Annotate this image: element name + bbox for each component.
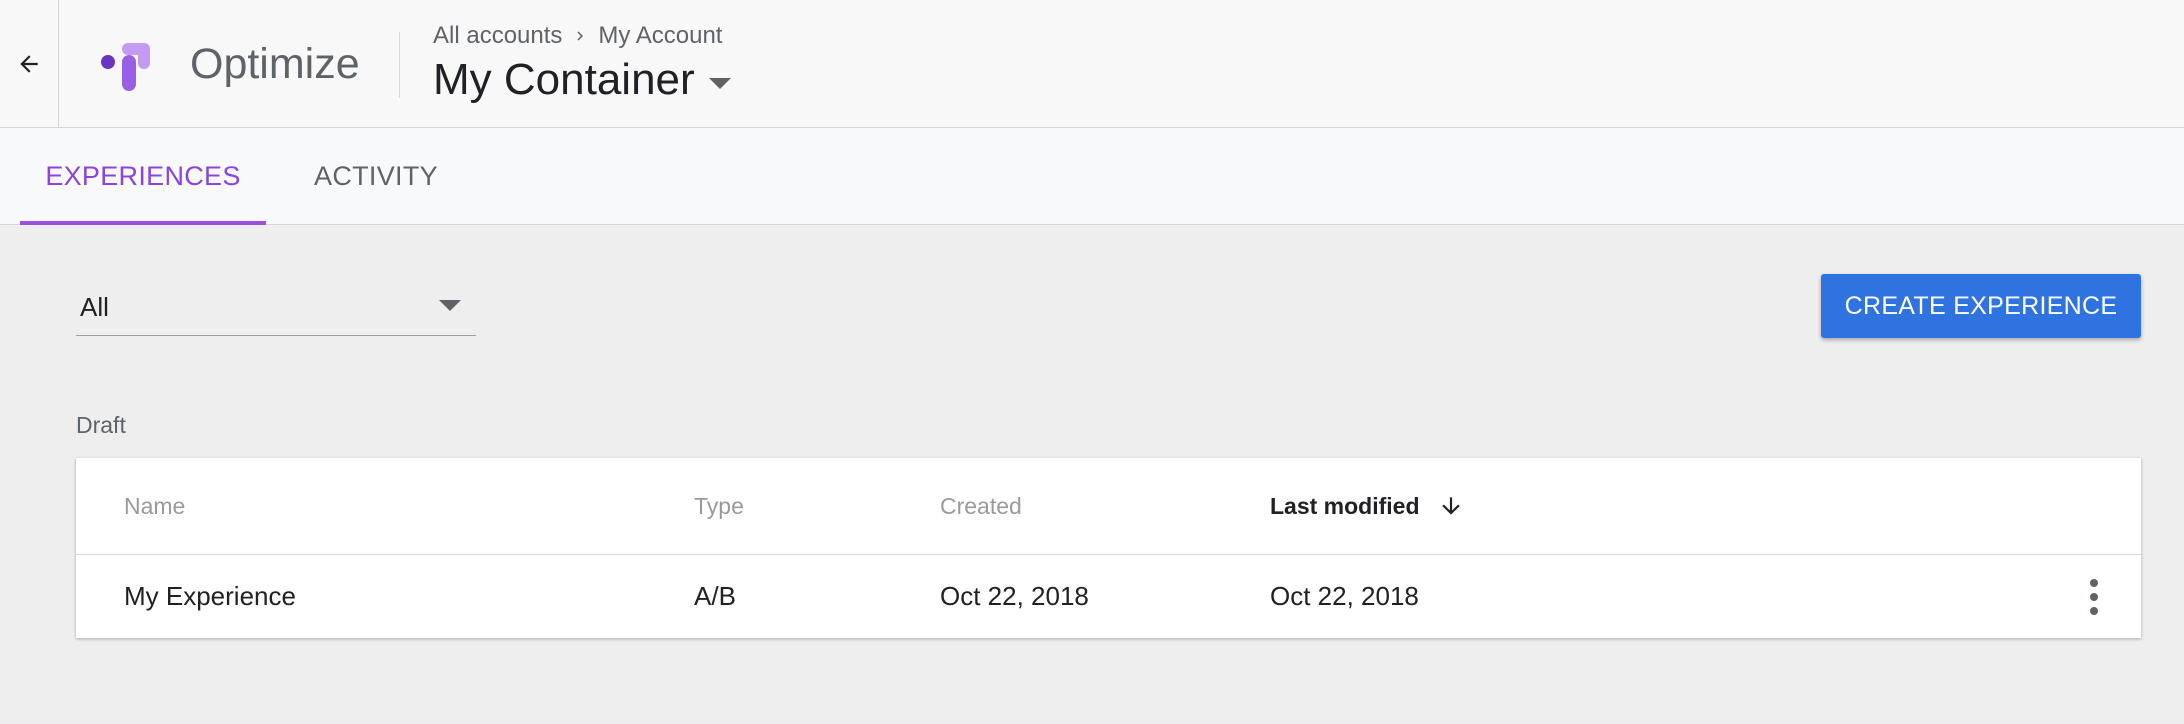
more-vert-icon[interactable] bbox=[2087, 579, 2101, 615]
table-header-row: Name Type Created Last modified bbox=[76, 458, 2141, 555]
filter-value: All bbox=[80, 292, 109, 322]
row-last-modified: Oct 22, 2018 bbox=[1270, 581, 1419, 611]
breadcrumb-all-accounts[interactable]: All accounts bbox=[433, 20, 562, 52]
tab-bar: EXPERIENCES ACTIVITY bbox=[0, 128, 2184, 225]
arrow-down-icon bbox=[1438, 493, 1464, 519]
dropdown-caret-icon bbox=[708, 77, 731, 89]
row-created: Oct 22, 2018 bbox=[940, 581, 1089, 611]
product-name: Optimize bbox=[190, 40, 360, 88]
column-header-name[interactable]: Name bbox=[124, 458, 185, 554]
column-header-type[interactable]: Type bbox=[694, 458, 744, 554]
tab-experiences[interactable]: EXPERIENCES bbox=[20, 128, 266, 225]
header-divider bbox=[399, 32, 400, 98]
column-header-created[interactable]: Created bbox=[940, 458, 1022, 554]
app-header: Optimize All accounts My Account My Cont… bbox=[0, 0, 2184, 128]
row-type: A/B bbox=[694, 581, 736, 611]
column-header-last-modified-label: Last modified bbox=[1270, 492, 1420, 519]
chevron-right-icon bbox=[571, 27, 589, 45]
optimize-logo-icon bbox=[101, 43, 150, 91]
status-filter-select[interactable]: All bbox=[76, 286, 476, 336]
section-label-draft: Draft bbox=[76, 412, 126, 438]
container-selector[interactable]: My Container bbox=[433, 52, 731, 108]
column-header-last-modified[interactable]: Last modified bbox=[1270, 458, 1464, 554]
row-name[interactable]: My Experience bbox=[124, 555, 296, 638]
breadcrumb-account[interactable]: My Account bbox=[598, 20, 722, 52]
container-name: My Container bbox=[433, 55, 695, 104]
experiences-table: Name Type Created Last modified My Exper… bbox=[76, 458, 2141, 638]
breadcrumb: All accounts My Account bbox=[433, 20, 722, 52]
back-button[interactable] bbox=[0, 0, 59, 127]
create-experience-button[interactable]: CREATE EXPERIENCE bbox=[1821, 274, 2141, 338]
table-row[interactable]: My Experience A/B Oct 22, 2018 Oct 22, 2… bbox=[76, 555, 2141, 638]
dropdown-caret-icon bbox=[439, 300, 461, 311]
tab-activity[interactable]: ACTIVITY bbox=[296, 128, 456, 224]
arrow-back-icon bbox=[20, 54, 38, 73]
